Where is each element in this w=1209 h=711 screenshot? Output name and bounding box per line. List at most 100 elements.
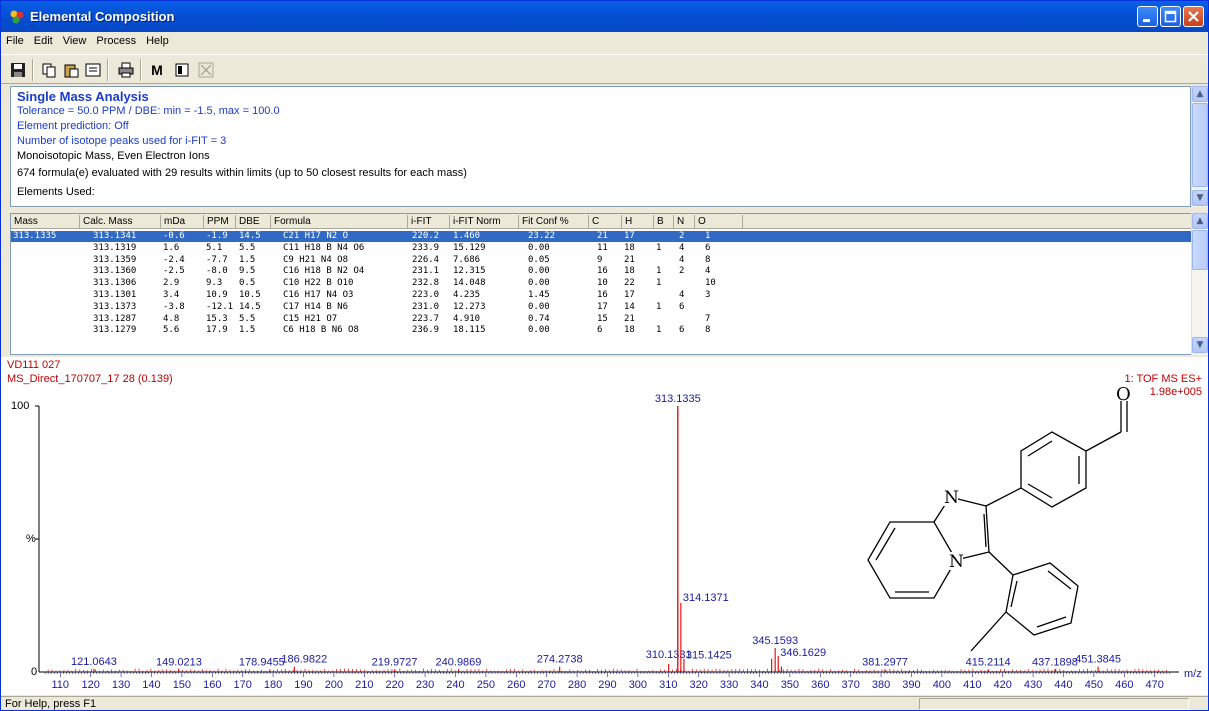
- table-cell: 1.460: [453, 231, 481, 241]
- table-cell: 9: [597, 254, 603, 265]
- maximize-button[interactable]: [1160, 6, 1181, 27]
- table-cell: -8.0: [206, 266, 228, 277]
- print-button[interactable]: [115, 59, 137, 81]
- table-row[interactable]: 313.1306 2.9 9.3 0.5 C10 H22 B O10 232.8 14.04…: [11, 278, 1191, 289]
- maximize-icon: [1164, 10, 1177, 23]
- peak-label: 346.1629: [780, 647, 826, 659]
- col-mass[interactable]: Mass: [11, 215, 80, 229]
- col-calc-mass[interactable]: Calc. Mass: [80, 215, 161, 229]
- col-n[interactable]: N: [674, 215, 695, 229]
- table-row[interactable]: 313.1335 313.1341 -0.6 -1.9 14.5 C21 H17 N2 O…: [11, 231, 1191, 242]
- scroll-up-arrow[interactable]: ▲: [1192, 86, 1208, 102]
- peak-label: 437.1898: [1032, 656, 1078, 668]
- col-formula[interactable]: Formula: [271, 215, 408, 229]
- col-ifit[interactable]: i-FIT: [408, 215, 450, 229]
- x-tick-label: 270: [538, 679, 556, 691]
- table-cell: 12.273: [453, 301, 486, 312]
- col-b[interactable]: B: [654, 215, 674, 229]
- element-prediction-text: Element prediction: Off: [17, 120, 129, 132]
- menu-file[interactable]: File: [1, 32, 29, 47]
- minimize-button[interactable]: [1137, 6, 1158, 27]
- summary-text: 674 formula(e) evaluated with 29 results…: [17, 167, 467, 179]
- window-title: Elemental Composition: [30, 9, 175, 24]
- table-cell: 10: [597, 278, 608, 289]
- peak-label: 178.9455: [239, 656, 285, 668]
- table-scrollbar[interactable]: ▲ ▼: [1191, 213, 1208, 355]
- table-cell: 5.1: [206, 242, 223, 253]
- col-ifit-norm[interactable]: i-FIT Norm: [450, 215, 519, 229]
- table-cell: 4: [705, 266, 711, 277]
- menu-edit[interactable]: Edit: [29, 32, 58, 47]
- col-mda[interactable]: mDa: [161, 215, 204, 229]
- table-cell: 0.00: [528, 325, 550, 336]
- table-cell: 1: [656, 301, 662, 312]
- col-dbe[interactable]: DBE: [236, 215, 271, 229]
- scroll-down-arrow[interactable]: ▼: [1192, 337, 1208, 353]
- table-cell: C10 H22 B O10: [283, 278, 354, 289]
- table-cell: C15 H21 O7: [283, 313, 338, 324]
- table-row[interactable]: 313.1287 4.8 15.3 5.5 C15 H21 O7 223.7 4.910 0.…: [11, 314, 1191, 325]
- info-scrollbar[interactable]: ▲ ▼: [1191, 86, 1208, 207]
- x-tick-label: 150: [173, 679, 191, 691]
- peak-label: 313.1335: [655, 393, 701, 405]
- menu-view[interactable]: View: [58, 32, 92, 47]
- view-button[interactable]: [171, 59, 193, 81]
- table-cell: 231.0: [412, 301, 440, 312]
- table-cell: 313.1359: [93, 254, 137, 265]
- table-cell: C17 H14 B N6: [283, 301, 349, 312]
- table-cell: 1: [656, 278, 662, 289]
- table-cell: 313.1335: [13, 231, 57, 241]
- table-cell: 1.45: [528, 290, 550, 300]
- tolerance-text: Tolerance = 50.0 PPM / DBE: min = -1.5, …: [17, 105, 280, 117]
- table-cell: 15.3: [206, 313, 228, 324]
- table-cell: 14.5: [239, 301, 261, 312]
- table-cell: 0.00: [528, 301, 550, 312]
- save-button[interactable]: [7, 59, 29, 81]
- x-tick-label: 290: [598, 679, 616, 691]
- col-o[interactable]: O: [695, 215, 743, 229]
- scroll-down-arrow[interactable]: ▼: [1192, 190, 1208, 206]
- m-icon: M: [151, 62, 163, 78]
- col-ppm[interactable]: PPM: [204, 215, 236, 229]
- table-cell: 8: [705, 254, 711, 265]
- m-button[interactable]: M: [146, 59, 168, 81]
- copy-button[interactable]: [38, 59, 60, 81]
- col-fit-conf[interactable]: Fit Conf %: [519, 215, 589, 229]
- scroll-up-arrow[interactable]: ▲: [1192, 213, 1208, 229]
- clear-button[interactable]: [195, 59, 217, 81]
- table-row[interactable]: 313.1301 3.4 10.9 10.5 C16 H17 N4 O3 223.0 4.2…: [11, 290, 1191, 301]
- table-row[interactable]: 313.1279 5.6 17.9 1.5 C6 H18 B N6 O8 236.9 18.…: [11, 325, 1191, 336]
- scroll-thumb[interactable]: [1192, 103, 1208, 187]
- status-bar: For Help, press F1: [1, 696, 1208, 710]
- peak-label: 186.9822: [281, 654, 327, 666]
- scroll-thumb[interactable]: [1192, 230, 1208, 270]
- table-cell: 10: [705, 278, 716, 289]
- col-h[interactable]: H: [622, 215, 654, 229]
- table-row[interactable]: 313.1319 1.6 5.1 5.5 C11 H18 B N4 O6 233.9 15.…: [11, 243, 1191, 254]
- title-bar[interactable]: Elemental Composition: [1, 1, 1208, 32]
- table-row[interactable]: 313.1359 -2.4 -7.7 1.5 C9 H21 N4 O8 226.4 7.68…: [11, 255, 1191, 266]
- table-cell: 313.1360: [93, 266, 137, 277]
- benzene-ring: [1020, 431, 1087, 508]
- x-tick-label: 230: [416, 679, 434, 691]
- menu-help[interactable]: Help: [141, 32, 174, 47]
- view-icon: [175, 63, 189, 77]
- properties-icon: [85, 63, 101, 77]
- properties-button[interactable]: [82, 59, 104, 81]
- table-row[interactable]: 313.1373 -3.8 -12.1 14.5 C17 H14 B N6 231.0 12…: [11, 302, 1191, 313]
- mass-spectrum-chart: VD111 027 MS_Direct_170707_17 28 (0.139)…: [7, 359, 1202, 691]
- x-tick-label: 310: [659, 679, 677, 691]
- col-c[interactable]: C: [589, 215, 622, 229]
- close-button[interactable]: [1183, 6, 1204, 27]
- table-cell: 6: [705, 242, 711, 253]
- table-cell: C16 H18 B N2 O4: [283, 266, 365, 277]
- x-tick-label: 440: [1054, 679, 1072, 691]
- base-intensity: 1.98e+005: [1150, 386, 1202, 398]
- print-icon: [118, 62, 134, 78]
- table-row[interactable]: 313.1360 -2.5 -8.0 9.5 C16 H18 B N2 O4 231.1 1…: [11, 266, 1191, 277]
- paste-button[interactable]: [60, 59, 82, 81]
- table-cell: -12.1: [206, 301, 234, 312]
- x-tick-label: 410: [963, 679, 981, 691]
- menu-process[interactable]: Process: [91, 32, 141, 47]
- table-cell: 4.235: [453, 290, 481, 300]
